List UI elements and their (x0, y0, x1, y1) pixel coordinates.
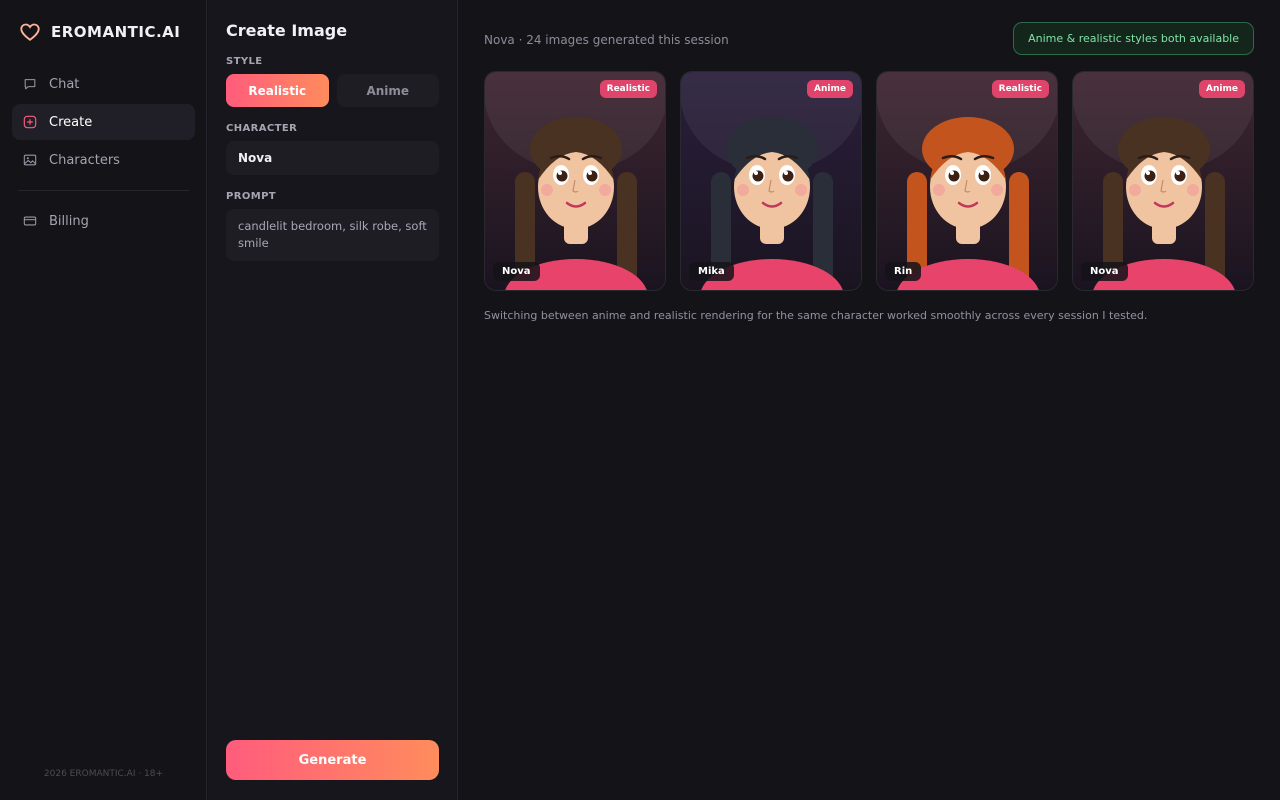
session-info: Nova · 24 images generated this session (484, 33, 729, 47)
brand[interactable]: EROMANTIC.AI (19, 21, 180, 43)
sidebar-item-label: Characters (49, 152, 120, 168)
image-card[interactable]: Realistic Nova (484, 71, 666, 291)
heart-icon (20, 23, 40, 41)
plus-circle-icon (23, 115, 37, 129)
sidebar-item-create[interactable]: Create (12, 104, 195, 140)
prompt-input[interactable]: candlelit bedroom, silk robe, soft smile (226, 209, 439, 261)
chat-icon (24, 79, 36, 90)
character-name-tag: Nova (493, 262, 540, 281)
portrait-image (1073, 72, 1253, 290)
image-icon (23, 154, 37, 166)
style-toggle: Realistic Anime (226, 74, 439, 107)
character-name-tag: Mika (689, 262, 734, 281)
image-card[interactable]: Realistic Rin (876, 71, 1058, 291)
sidebar-item-billing[interactable]: Billing (12, 203, 195, 239)
sidebar-item-label: Billing (49, 213, 89, 229)
style-badge: Anime (807, 80, 853, 98)
style-label: STYLE (226, 56, 263, 67)
image-gallery: Realistic Nova Anime Mika Realistic Rin … (484, 71, 1254, 291)
sidebar-item-label: Create (49, 114, 93, 130)
style-anime-button[interactable]: Anime (336, 74, 439, 107)
sidebar: EROMANTIC.AI Chat Create Characters Bill… (0, 0, 207, 800)
character-name-tag: Rin (885, 262, 922, 281)
sidebar-item-characters[interactable]: Characters (12, 142, 195, 178)
portrait-image (681, 72, 861, 290)
card-icon (23, 216, 37, 226)
image-card[interactable]: Anime Nova (1072, 71, 1254, 291)
generate-button[interactable]: Generate (226, 740, 439, 780)
character-name-tag: Nova (1081, 262, 1128, 281)
style-realistic-button[interactable]: Realistic (226, 74, 329, 107)
portrait-image (485, 72, 665, 290)
sidebar-item-label: Chat (49, 76, 80, 92)
nav-divider (18, 190, 189, 191)
portrait-image (877, 72, 1057, 290)
styles-available-badge: Anime & realistic styles both available (1013, 22, 1254, 55)
main-content: Nova · 24 images generated this session … (458, 0, 1280, 800)
image-card[interactable]: Anime Mika (680, 71, 862, 291)
character-label: CHARACTER (226, 123, 298, 134)
style-badge: Anime (1199, 80, 1245, 98)
panel-title: Create Image (226, 21, 348, 40)
brand-name: EROMANTIC.AI (51, 23, 181, 41)
character-select[interactable]: Nova (226, 141, 439, 175)
sidebar-nav: Chat Create Characters Billing (12, 66, 195, 241)
style-badge: Realistic (991, 80, 1049, 98)
create-panel: Create Image STYLE Realistic Anime CHARA… (208, 0, 458, 800)
sidebar-item-chat[interactable]: Chat (12, 66, 195, 102)
prompt-label: PROMPT (226, 191, 277, 202)
gallery-caption: Switching between anime and realistic re… (484, 309, 1148, 322)
sidebar-footer: 2026 EROMANTIC.AI · 18+ (43, 769, 164, 779)
style-badge: Realistic (599, 80, 657, 98)
